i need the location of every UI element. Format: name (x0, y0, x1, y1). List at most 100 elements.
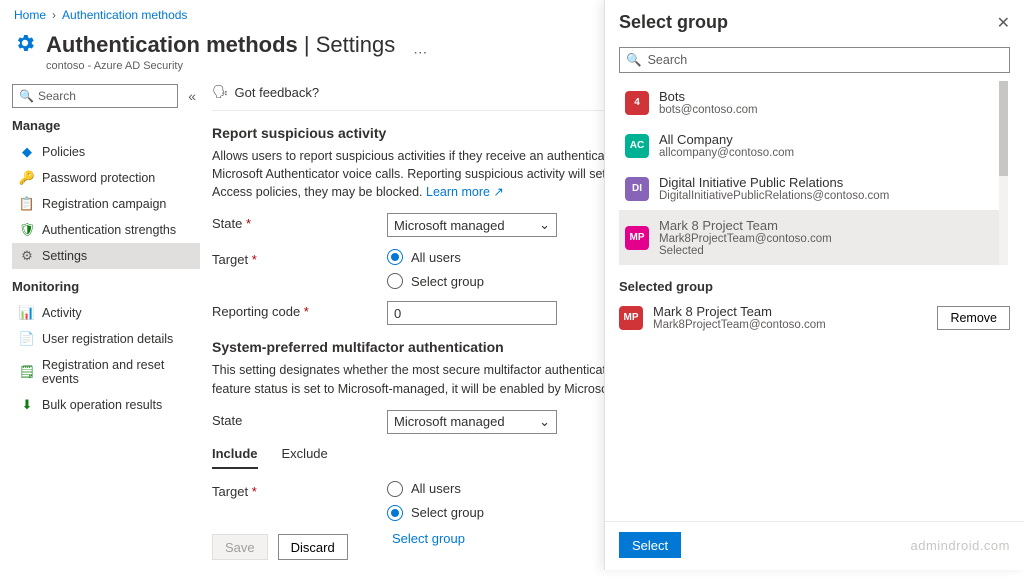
nav-icon: 🔑 (20, 171, 34, 185)
target2-select-group-radio[interactable]: Select group (387, 505, 484, 521)
flyout-title: Select group (619, 12, 728, 33)
sidebar-item-activity[interactable]: 📊 Activity (12, 300, 200, 326)
learn-more-link[interactable]: Learn more ↗ (426, 185, 504, 199)
target-all-users-radio[interactable]: All users (387, 249, 484, 265)
nav-section-monitoring: Monitoring (12, 279, 200, 294)
selected-group-email: Mark8ProjectTeam@contoso.com (653, 319, 826, 331)
breadcrumb-home[interactable]: Home (14, 8, 46, 22)
sidebar-item-password-protection[interactable]: 🔑 Password protection (12, 165, 200, 191)
group-item[interactable]: DI Digital Initiative Public RelationsDig… (619, 167, 1008, 210)
radio-icon (387, 249, 403, 265)
group-selected-tag: Selected (659, 245, 832, 257)
gear-icon (14, 32, 36, 54)
feedback-button[interactable]: 🗣 Got feedback? (212, 84, 319, 100)
reporting-code-input[interactable]: 0 (387, 301, 557, 325)
radio-icon (387, 481, 403, 497)
nav-label: Registration and reset events (42, 358, 192, 386)
nav-icon: 📋 (20, 197, 34, 211)
state2-select[interactable]: Microsoft managed ⌄ (387, 410, 557, 434)
search-icon: 🔍 (626, 53, 642, 68)
scrollbar-thumb[interactable] (999, 81, 1008, 176)
watermark: admindroid.com (911, 538, 1011, 553)
sidebar-item-bulk-operation-results[interactable]: ⬇ Bulk operation results (12, 392, 200, 418)
nav-icon: 📊 (20, 306, 34, 320)
breadcrumb-sep: › (52, 8, 56, 22)
nav-label: Activity (42, 306, 82, 320)
sidebar: 🔍 Search « Manage ◆ Policies 🔑 Password pro… (0, 80, 200, 580)
group-name: Digital Initiative Public Relations (659, 175, 889, 190)
radio-icon (387, 273, 403, 289)
selected-group-heading: Selected group (619, 279, 1010, 294)
nav-label: Authentication strengths (42, 223, 176, 237)
selected-group-row: MP Mark 8 Project Team Mark8ProjectTeam@… (619, 304, 1010, 331)
state2-label: State (212, 410, 377, 428)
nav-icon: 📄 (20, 332, 34, 346)
action-bar: Save Discard (212, 534, 348, 560)
group-email: Mark8ProjectTeam@contoso.com (659, 233, 832, 245)
target2-all-users-radio[interactable]: All users (387, 481, 484, 497)
title-main: Authentication methods (46, 32, 298, 57)
target-select-group-radio[interactable]: Select group (387, 273, 484, 289)
nav-icon: 🗒 (20, 365, 34, 379)
nav-icon: 🛡 (20, 223, 34, 237)
page-subtitle: contoso - Azure AD Security (46, 60, 395, 72)
group-email: bots@contoso.com (659, 104, 758, 116)
select-button[interactable]: Select (619, 532, 681, 558)
nav-label: User registration details (42, 332, 173, 346)
radio-icon (387, 505, 403, 521)
sidebar-collapse-button[interactable]: « (184, 88, 200, 104)
sidebar-item-registration-and-reset-events[interactable]: 🗒 Registration and reset events (12, 352, 200, 392)
nav-icon: ⚙ (20, 249, 34, 263)
nav-label: Registration campaign (42, 197, 166, 211)
title-sub: Settings (316, 32, 396, 57)
breadcrumb-current[interactable]: Authentication methods (62, 8, 187, 22)
group-avatar: DI (625, 177, 649, 201)
flyout-search-input[interactable]: 🔍 Search (619, 47, 1010, 73)
person-feedback-icon: 🗣 (212, 84, 229, 100)
sidebar-item-policies[interactable]: ◆ Policies (12, 139, 200, 165)
discard-button[interactable]: Discard (278, 534, 348, 560)
page-title: Authentication methods | Settings (46, 32, 395, 58)
chevron-down-icon: ⌄ (539, 414, 550, 430)
search-icon: 🔍 (19, 89, 34, 103)
sidebar-item-registration-campaign[interactable]: 📋 Registration campaign (12, 191, 200, 217)
nav-section-manage: Manage (12, 118, 200, 133)
group-avatar: 4 (625, 91, 649, 115)
chevron-down-icon: ⌄ (539, 217, 550, 233)
save-button: Save (212, 534, 268, 560)
selected-group-name: Mark 8 Project Team (653, 304, 826, 319)
remove-button[interactable]: Remove (937, 306, 1010, 330)
group-avatar: AC (625, 134, 649, 158)
group-name: Bots (659, 89, 758, 104)
group-avatar: MP (625, 226, 649, 250)
sidebar-search-input[interactable]: 🔍 Search (12, 84, 178, 108)
nav-label: Bulk operation results (42, 398, 162, 412)
more-button[interactable]: ⋯ (405, 44, 435, 61)
sidebar-item-settings[interactable]: ⚙ Settings (12, 243, 200, 269)
group-item[interactable]: 4 Botsbots@contoso.com (619, 81, 1008, 124)
nav-label: Settings (42, 249, 87, 263)
group-email: allcompany@contoso.com (659, 147, 794, 159)
target-label: Target (212, 249, 377, 267)
select-group-flyout: Select group ✕ 🔍 Search 4 Botsbots@contos… (604, 0, 1024, 570)
nav-icon: ⬇ (20, 398, 34, 412)
group-email: DigitalInitiativePublicRelations@contoso… (659, 190, 889, 202)
group-name: Mark 8 Project Team (659, 218, 832, 233)
group-list: 4 Botsbots@contoso.com AC All Companyallcom… (619, 81, 1016, 265)
tab-exclude[interactable]: Exclude (282, 446, 328, 469)
state-select[interactable]: Microsoft managed ⌄ (387, 213, 557, 237)
nav-icon: ◆ (20, 145, 34, 159)
nav-label: Policies (42, 145, 85, 159)
tab-include[interactable]: Include (212, 446, 258, 469)
group-avatar: MP (619, 306, 643, 330)
sidebar-item-user-registration-details[interactable]: 📄 User registration details (12, 326, 200, 352)
state-label: State (212, 213, 377, 231)
close-icon[interactable]: ✕ (997, 13, 1010, 33)
sidebar-item-authentication-strengths[interactable]: 🛡 Authentication strengths (12, 217, 200, 243)
nav-label: Password protection (42, 171, 155, 185)
group-item[interactable]: AC All Companyallcompany@contoso.com (619, 124, 1008, 167)
group-item[interactable]: MP Mark 8 Project TeamMark8ProjectTeam@co… (619, 210, 1008, 265)
scrollbar-track[interactable] (999, 81, 1008, 265)
reporting-code-label: Reporting code (212, 301, 377, 319)
group-name: All Company (659, 132, 794, 147)
